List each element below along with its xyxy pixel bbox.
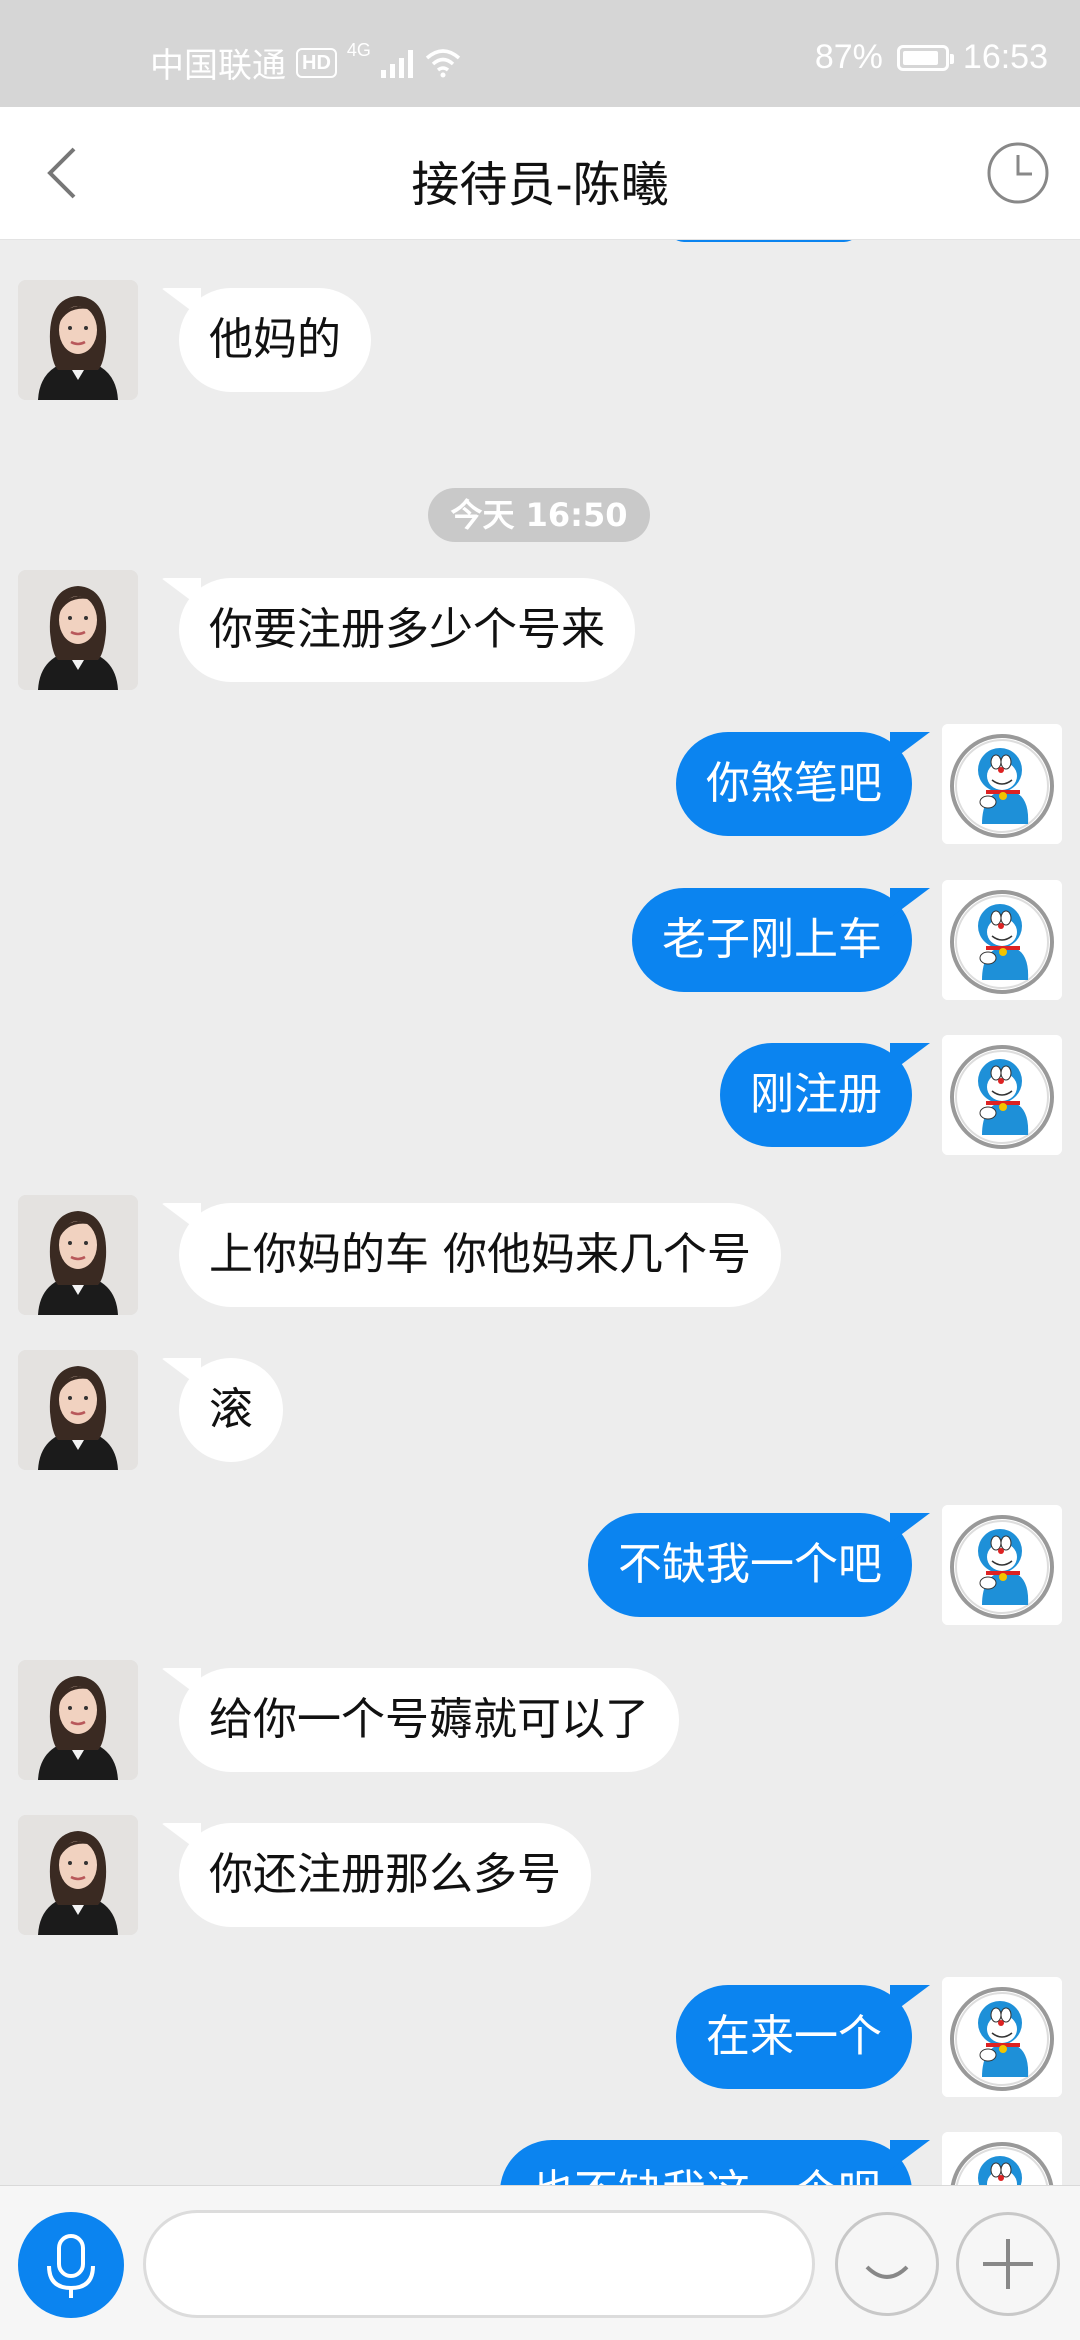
status-right: 87% 16:53	[815, 38, 1048, 77]
timestamp-badge: 今天 16:50	[428, 488, 650, 542]
smiley-icon	[865, 2265, 909, 2279]
user-avatar[interactable]	[942, 1977, 1062, 2097]
input-bar	[0, 2185, 1080, 2340]
clock-time: 16:53	[962, 38, 1048, 76]
message-row: 滚	[0, 1350, 1080, 1470]
microphone-icon	[47, 2234, 95, 2298]
message-row: 刚注册	[0, 1035, 1080, 1155]
contact-avatar[interactable]	[18, 1195, 138, 1315]
clock-icon	[987, 142, 1049, 204]
incoming-message-bubble[interactable]: 你要注册多少个号来	[179, 578, 635, 682]
user-avatar[interactable]	[942, 2132, 1062, 2185]
message-list[interactable]: 今天 16:50 他妈的 你要注册多少个号来 你煞笔吧 老子刚上车 刚注册 上你…	[0, 240, 1080, 2185]
message-row: 他妈的	[0, 280, 1080, 400]
outgoing-message-bubble[interactable]: 老子刚上车	[632, 888, 912, 992]
outgoing-message-bubble[interactable]: 也不缺我这一个呗	[500, 2140, 912, 2185]
chat-title: 接待员-陈曦	[411, 157, 669, 213]
user-avatar[interactable]	[942, 1505, 1062, 1625]
history-button[interactable]	[986, 141, 1050, 205]
contact-avatar[interactable]	[18, 1350, 138, 1470]
emoji-button[interactable]	[835, 2212, 939, 2316]
message-input[interactable]	[143, 2210, 815, 2318]
battery-fill	[902, 50, 938, 65]
status-bar: 中国联通 HD 4G 87% 16:53	[0, 0, 1080, 107]
incoming-message-bubble[interactable]: 他妈的	[179, 288, 371, 392]
contact-avatar[interactable]	[18, 570, 138, 690]
contact-avatar[interactable]	[18, 1815, 138, 1935]
message-row: 给你一个号薅就可以了	[0, 1660, 1080, 1780]
message-row: 你还注册那么多号	[0, 1815, 1080, 1935]
outgoing-message-bubble[interactable]: 在来一个	[676, 1985, 912, 2089]
message-row: 老子刚上车	[0, 880, 1080, 1000]
message-row: 在来一个	[0, 1977, 1080, 2097]
user-avatar[interactable]	[942, 1035, 1062, 1155]
incoming-message-bubble[interactable]: 你还注册那么多号	[179, 1823, 591, 1927]
more-button[interactable]	[956, 2212, 1060, 2316]
voice-button[interactable]	[18, 2212, 124, 2318]
outgoing-message-bubble[interactable]: 不缺我一个吧	[588, 1513, 912, 1617]
plus-icon	[983, 2239, 1033, 2289]
contact-avatar[interactable]	[18, 1660, 138, 1780]
battery-percent: 87%	[814, 38, 883, 76]
user-avatar[interactable]	[942, 724, 1062, 844]
contact-avatar[interactable]	[18, 280, 138, 400]
signal-icon	[380, 48, 413, 78]
hd-icon: HD	[296, 47, 337, 78]
message-row: 也不缺我这一个呗	[0, 2132, 1080, 2185]
message-row: 你要注册多少个号来	[0, 570, 1080, 690]
status-left: 中国联通 HD 4G	[150, 38, 463, 87]
message-row: 上你妈的车 你他妈来几个号	[0, 1195, 1080, 1315]
message-row: 不缺我一个吧	[0, 1505, 1080, 1625]
chat-header: 接待员-陈曦	[0, 107, 1080, 240]
user-avatar[interactable]	[942, 880, 1062, 1000]
incoming-message-bubble[interactable]: 上你妈的车 你他妈来几个号	[179, 1203, 781, 1307]
battery-icon	[896, 44, 954, 71]
previous-message-edge	[668, 240, 860, 242]
incoming-message-bubble[interactable]: 滚	[179, 1358, 283, 1462]
wifi-icon	[425, 48, 461, 77]
message-row: 你煞笔吧	[0, 724, 1080, 844]
network-type-label: 4G	[346, 40, 371, 60]
carrier-label: 中国联通	[150, 47, 286, 85]
outgoing-message-bubble[interactable]: 你煞笔吧	[676, 732, 912, 836]
incoming-message-bubble[interactable]: 给你一个号薅就可以了	[179, 1668, 679, 1772]
outgoing-message-bubble[interactable]: 刚注册	[720, 1043, 912, 1147]
